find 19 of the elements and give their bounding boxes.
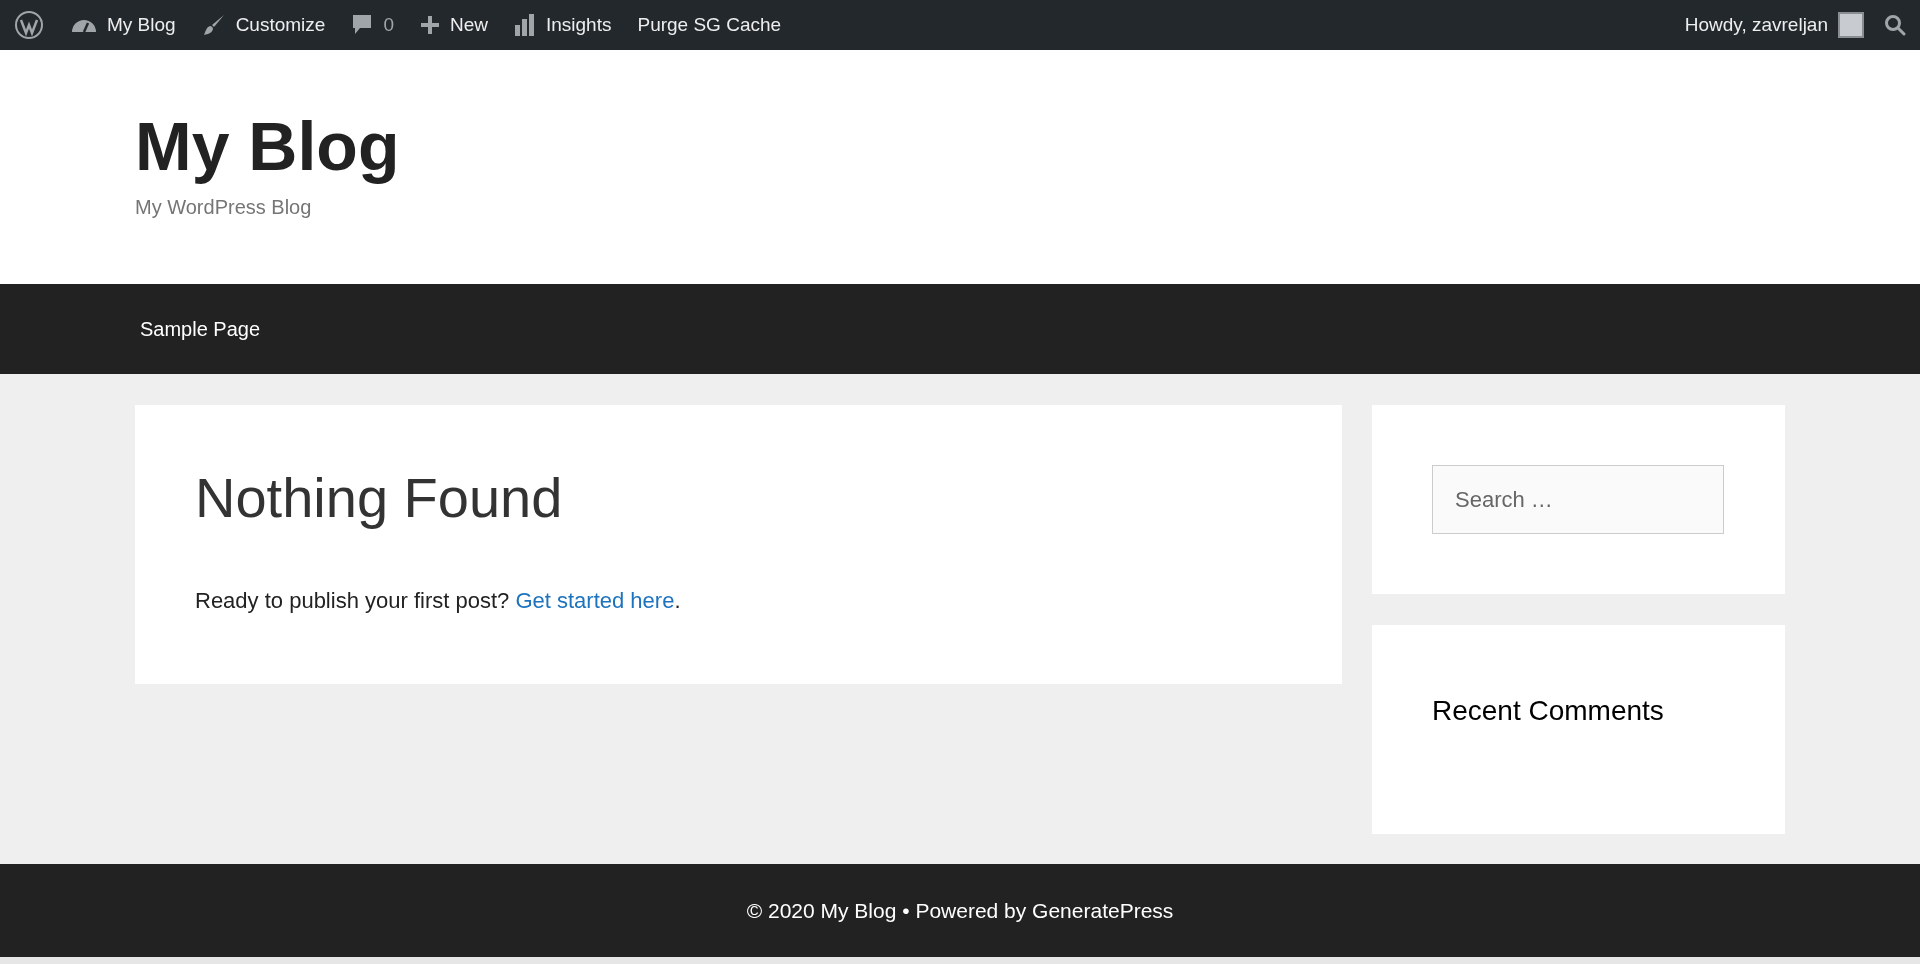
nav-link[interactable]: Sample Page (140, 314, 261, 344)
toolbar-item[interactable]: New (406, 0, 501, 50)
plus-icon[interactable] (419, 15, 440, 35)
wordpress-logo-icon[interactable] (14, 10, 44, 40)
footer-text: © 2020 My Blog • Powered by GeneratePress (746, 897, 1174, 924)
toolbar-item[interactable]: 0 (338, 0, 407, 50)
greeting-text[interactable]: Howdy, zavreljan (1684, 10, 1828, 40)
brush-icon[interactable] (201, 13, 226, 37)
widget-heading: Recent Comments (1432, 694, 1665, 728)
toolbar-item[interactable]: Purge SG Cache (624, 0, 795, 50)
toolbar-item[interactable]: Insights (501, 0, 625, 50)
message-text: Ready to publish your first post? Get started here. (195, 587, 682, 615)
toolbar-item[interactable]: My Blog (58, 0, 189, 50)
toolbar-item[interactable]: Customize (188, 0, 339, 50)
search-icon[interactable] (1884, 14, 1906, 36)
site-tagline: My WordPress Blog (135, 195, 313, 220)
search-field[interactable]: Search … (1432, 465, 1724, 534)
bar-chart-icon[interactable] (514, 13, 536, 37)
get-started-link[interactable]: Get started here (515, 588, 675, 613)
